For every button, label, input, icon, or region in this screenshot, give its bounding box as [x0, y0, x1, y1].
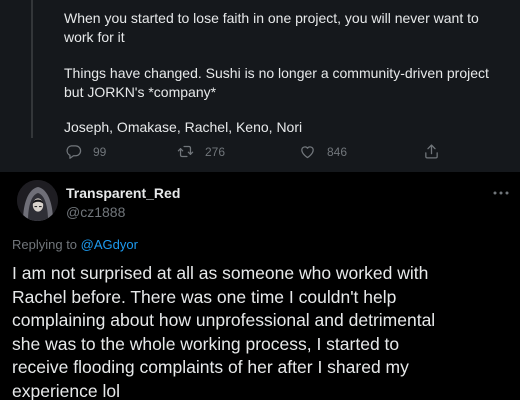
share-button[interactable]	[423, 143, 440, 160]
reply-button[interactable]: 99	[65, 143, 106, 160]
like-button[interactable]: 846	[299, 143, 347, 160]
replying-to-label: Replying to	[12, 237, 81, 252]
retweet-button[interactable]: 276	[177, 143, 225, 160]
mention-link[interactable]: @AGdyor	[81, 237, 138, 252]
retweet-count: 276	[205, 144, 226, 159]
avatar[interactable]	[17, 180, 58, 221]
retweet-icon	[177, 145, 194, 158]
tweet-body: I am not surprised at all as someone who…	[12, 263, 436, 400]
quoted-paragraph-1: When you started to lose faith in one pr…	[64, 10, 479, 45]
hooded-figure-avatar-icon	[17, 180, 58, 221]
quoted-paragraph-3: Joseph, Omakase, Rachel, Keno, Nori	[64, 119, 303, 135]
display-name[interactable]: Transparent_Red	[66, 185, 180, 201]
more-options-button[interactable]	[492, 186, 510, 198]
user-handle[interactable]: @cz1888	[66, 204, 125, 220]
share-icon	[425, 144, 438, 159]
reply-count: 99	[93, 144, 107, 159]
thread-line	[31, 0, 33, 138]
heart-icon	[301, 146, 314, 159]
like-count: 846	[327, 144, 348, 159]
replying-to-line: Replying to @AGdyor	[12, 237, 138, 252]
more-options-icon	[493, 191, 509, 195]
tweet-actions: 99 276 846	[0, 143, 520, 163]
quoted-tweet[interactable]: When you started to lose faith in one pr…	[0, 0, 520, 172]
reply-icon	[66, 145, 82, 159]
quoted-paragraph-2: Things have changed. Sushi is no longer …	[64, 65, 489, 100]
